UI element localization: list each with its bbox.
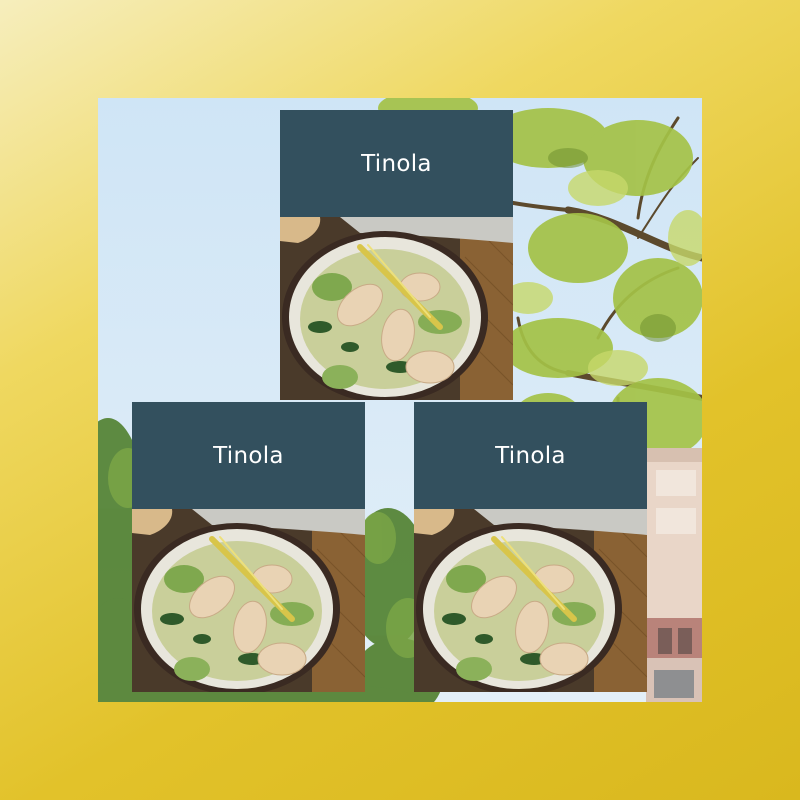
tinola-soup-photo (132, 509, 365, 692)
recipe-title: Tinola (213, 442, 284, 469)
recipe-title: Tinola (361, 150, 432, 177)
recipe-card[interactable]: Tinola (414, 402, 647, 692)
tinola-soup-photo (414, 509, 647, 692)
recipe-card-header: Tinola (132, 402, 365, 509)
recipe-card[interactable]: Tinola (132, 402, 365, 692)
recipe-title: Tinola (495, 442, 566, 469)
recipe-card-header: Tinola (414, 402, 647, 509)
recipe-card[interactable]: Tinola (280, 110, 513, 400)
recipe-card-header: Tinola (280, 110, 513, 217)
tinola-soup-photo (280, 217, 513, 400)
building-illustration (646, 448, 702, 702)
photo-frame: Tinola Tinola Tinola (98, 98, 702, 702)
